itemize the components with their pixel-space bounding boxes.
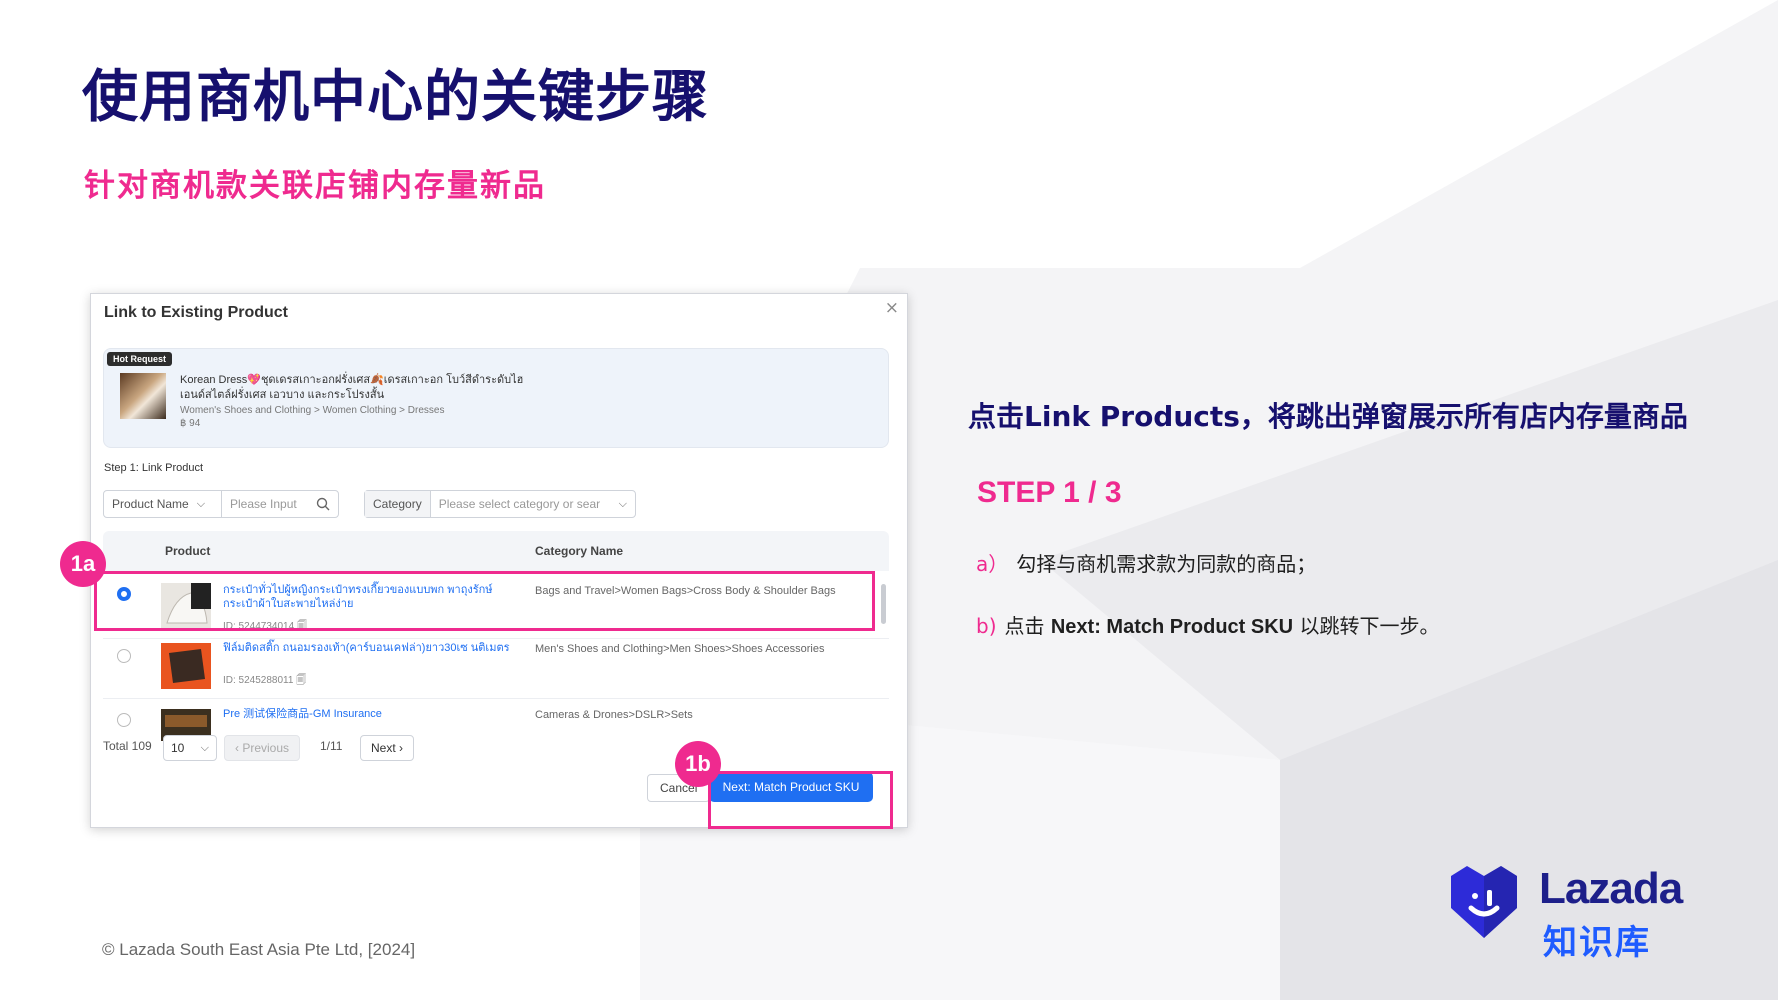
instruction-item-b-post: 以跳转下一步。 (1293, 614, 1440, 638)
search-icon[interactable] (316, 497, 330, 511)
search-placeholder: Please Input (230, 497, 297, 511)
instruction-item-a-label: a） (976, 552, 1009, 576)
hot-request-thumbnail (120, 373, 166, 419)
instruction-item-b-label: b) (976, 614, 997, 638)
logo-subtitle: 知识库 (1543, 923, 1651, 963)
row-radio[interactable] (117, 713, 131, 727)
column-header-category: Category Name (535, 544, 624, 558)
product-thumbnail (161, 643, 211, 689)
page-size-value: 10 (171, 741, 185, 755)
row-radio[interactable] (117, 649, 131, 663)
chevron-down-icon: ⌵ (200, 741, 209, 754)
close-icon[interactable]: × (885, 298, 899, 318)
slide-title: 使用商机中心的关键步骤 (82, 65, 709, 130)
instruction-item-b-bold: Next: Match Product SKU (1050, 616, 1294, 638)
instruction-item-b-pre: 点击 (1004, 614, 1051, 638)
link-existing-product-dialog: Link to Existing Product × Hot Request K… (90, 293, 908, 828)
hot-request-badge: Hot Request (107, 352, 173, 366)
page-size-select[interactable]: 10 ⌵ (163, 735, 217, 761)
next-page-button[interactable]: Next › (360, 735, 415, 761)
instruction-item-a: a） 勾择与商机需求款为同款的商品； (976, 548, 1316, 577)
step-marker-1a: 1a (60, 541, 106, 587)
product-search-filter: Product Name ⌵ Please Input (103, 490, 339, 518)
category-placeholder: Please select category or sear (438, 497, 601, 511)
hot-request-category: Women's Shoes and Clothing > Women Cloth… (180, 405, 445, 416)
step-label: Step 1: Link Product (104, 462, 204, 474)
step-marker-1b: 1b (675, 741, 721, 787)
total-count: Total 109 (103, 739, 152, 753)
instruction-heading: 点击Link Products，将跳出弹窗展示所有店内存量商品 (968, 400, 1688, 433)
dialog-title: Link to Existing Product (104, 304, 289, 321)
product-name-link[interactable]: Pre 测试保险商品-GM Insurance (223, 707, 523, 721)
product-category: Men's Shoes and Clothing>Men Shoes>Shoes… (535, 643, 825, 655)
column-header-product: Product (165, 544, 211, 558)
hot-request-name: Korean Dress💖ชุดเดรสเกาะอกฝรั่งเศส🍂เดรสเ… (180, 374, 524, 401)
previous-page-button[interactable]: ‹ Previous (224, 735, 301, 761)
highlight-box-1b (708, 771, 893, 829)
table-row[interactable]: ฟิล์มติดสติ๊ก ถนอมรองเท้า(คาร์บอนเคฟล่า)… (103, 639, 889, 699)
copyright-footer: © Lazada South East Asia Pte Ltd, [2024] (102, 940, 416, 959)
product-category: Cameras & Drones>DSLR>Sets (535, 709, 693, 721)
logo-wordmark: Lazada (1539, 864, 1683, 913)
field-select[interactable]: Product Name ⌵ (104, 491, 222, 517)
category-label: Category (365, 491, 431, 517)
instruction-item-a-text: 勾择与商机需求款为同款的商品； (1016, 552, 1317, 576)
chevron-down-icon: ⌵ (196, 497, 206, 510)
table-scrollbar[interactable] (881, 584, 886, 624)
step-counter: STEP 1 / 3 (977, 476, 1122, 509)
product-table: Product Category Name กระเป๋าทั่วไปผู้หญ… (103, 531, 889, 741)
hot-request-card: Hot Request Korean Dress💖ชุดเดรสเกาะอกฝร… (103, 348, 889, 448)
table-row[interactable]: Pre 测试保险商品-GM Insurance Cameras & Drones… (103, 699, 889, 741)
lazada-heart-logo-icon (1451, 866, 1517, 938)
table-header: Product Category Name (103, 531, 889, 571)
search-input[interactable]: Please Input (222, 491, 338, 517)
slide-subtitle: 针对商机款关联店铺内存量新品 (84, 168, 546, 204)
highlight-box-1a (94, 571, 875, 631)
hot-request-info: Korean Dress💖ชุดเดรสเกาะอกฝรั่งเศส🍂เดรสเ… (180, 373, 540, 429)
page-indicator: 1/11 (320, 739, 343, 753)
hot-request-price: ฿ 94 (180, 418, 201, 429)
product-name-link[interactable]: ฟิล์มติดสติ๊ก ถนอมรองเท้า(คาร์บอนเคฟล่า)… (223, 641, 523, 655)
field-select-value: Product Name (112, 497, 189, 511)
chevron-down-icon: ⌵ (618, 497, 627, 510)
product-id: ID: 5245288011 🗐 (223, 675, 307, 686)
category-select[interactable]: Please select category or sear ⌵ (431, 491, 635, 517)
instruction-item-b: b) 点击 Next: Match Product SKU 以跳转下一步。 (976, 610, 1439, 639)
category-filter: Category Please select category or sear … (364, 490, 636, 518)
